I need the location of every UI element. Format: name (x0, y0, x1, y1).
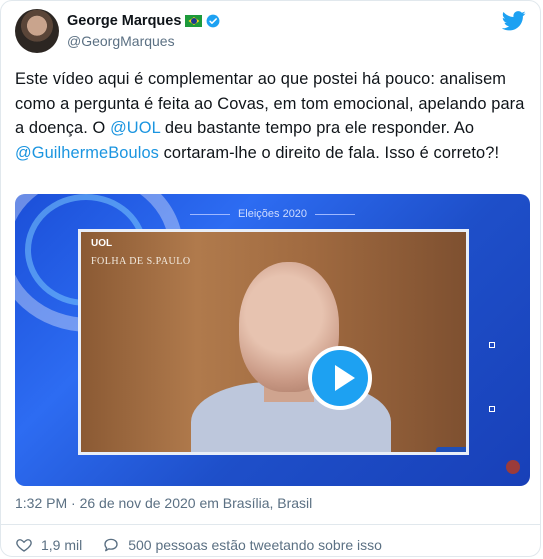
twitter-bird-icon[interactable] (502, 11, 526, 31)
divider (1, 524, 540, 525)
like-button[interactable]: 1,9 mil (15, 536, 82, 554)
heart-icon (16, 539, 32, 552)
comment-icon (104, 538, 118, 552)
tweet-text: Este vídeo aqui é complementar ao que po… (15, 67, 530, 165)
video-player[interactable]: Eleições 2020 UOL FOLHA DE S.PAULO 01:10 (15, 194, 530, 486)
decorative-square (489, 406, 495, 412)
tweet-timestamp[interactable]: 1:32 PM · 26 de nov de 2020 em Brasília,… (15, 495, 312, 511)
verified-badge-icon (207, 14, 220, 28)
mention-guilhermeboulos-link[interactable]: @GuilhermeBoulos (15, 144, 159, 162)
author-handle[interactable]: @GeorgMarques (67, 33, 175, 49)
video-duration: 01:10 (436, 447, 466, 452)
avatar[interactable] (15, 9, 59, 53)
author-name-row[interactable]: George Marques (67, 13, 220, 29)
election-banner: Eleições 2020 (15, 208, 530, 220)
decorative-square (489, 342, 495, 348)
channel-logo-icon (506, 460, 520, 474)
tweeting-link[interactable]: 500 pessoas estão tweetando sobre isso (102, 536, 382, 554)
uol-logo: UOL (91, 238, 113, 249)
tweet-card: George Marques @GeorgMarques Este vídeo … (0, 0, 541, 557)
brazil-flag-icon (185, 15, 203, 27)
like-count: 1,9 mil (41, 537, 83, 553)
video-frame: UOL FOLHA DE S.PAULO 01:10 (78, 229, 469, 455)
tweeting-text: 500 pessoas estão tweetando sobre isso (128, 537, 382, 553)
author-name[interactable]: George Marques (67, 13, 181, 29)
play-button[interactable] (308, 346, 372, 410)
tweet-text-segment: deu bastante tempo pra ele responder. Ao (160, 119, 475, 137)
mention-uol-link[interactable]: @UOL (110, 119, 160, 137)
tweet-text-segment: cortaram-lhe o direito de fala. Isso é c… (158, 143, 500, 162)
tweet-actions: 1,9 mil 500 pessoas estão tweetando sobr… (15, 536, 402, 554)
folha-logo: FOLHA DE S.PAULO (91, 256, 191, 267)
